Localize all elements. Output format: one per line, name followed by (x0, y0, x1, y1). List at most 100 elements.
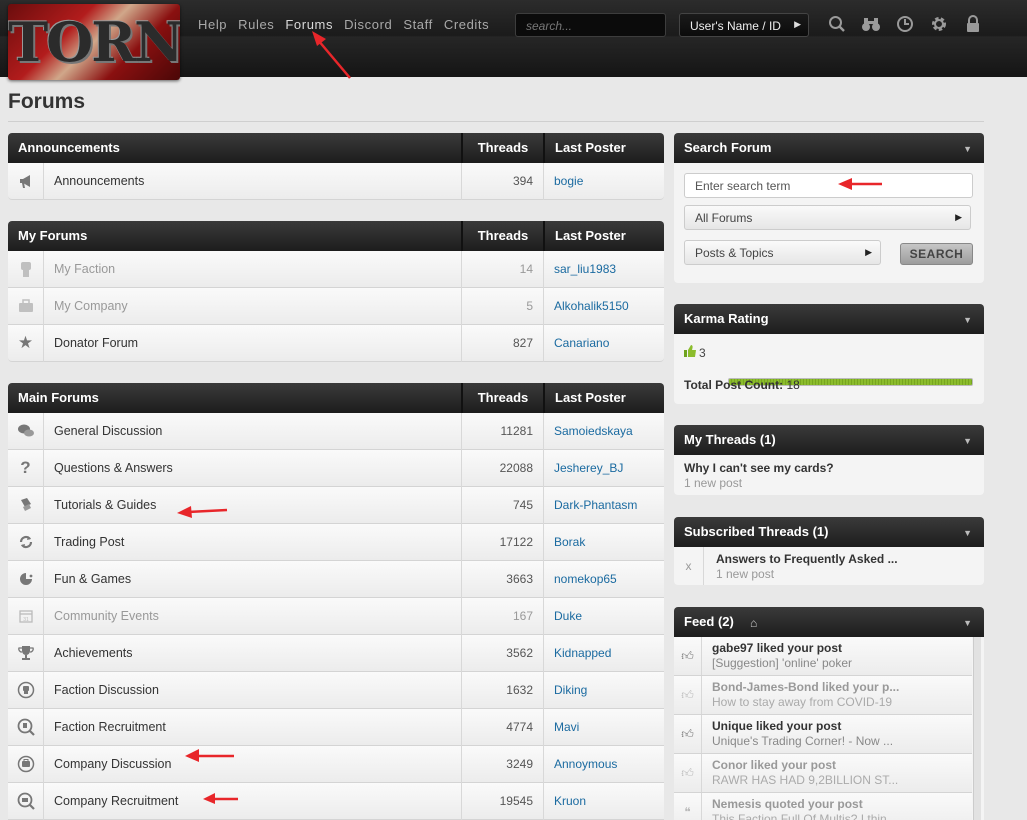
user-lookup-button[interactable]: User's Name / ID ▶ (679, 13, 809, 37)
chevron-right-icon: ▶ (865, 247, 872, 257)
last-poster-link[interactable]: Annoymous (543, 745, 664, 783)
threads-header[interactable]: Threads (461, 133, 543, 163)
forum-row-fun-games[interactable]: Fun & Games 3663 nomekop65 (8, 560, 664, 598)
last-poster-header[interactable]: Last Poster (543, 133, 664, 163)
post-count-row: Total Post Count: 18 (684, 378, 800, 392)
thread-title[interactable]: Why I can't see my cards? (684, 461, 974, 475)
threads-header[interactable]: Threads (461, 383, 543, 413)
feed-item[interactable]: 👍︎ gabe97 liked your post [Suggestion] 'o… (674, 637, 972, 676)
forum-row-my-faction[interactable]: My Faction 14 sar_liu1983 (8, 250, 664, 288)
thread-item[interactable]: Why I can't see my cards? 1 new post (674, 455, 984, 495)
forum-row-announcements[interactable]: Announcements 394 bogie (8, 162, 664, 200)
forum-row-community-events[interactable]: 31 Community Events 167 Duke (8, 597, 664, 635)
search-type-select[interactable]: Posts & Topics ▶ (684, 240, 881, 265)
lock-icon[interactable] (956, 15, 990, 37)
feed-scrollbar[interactable] (973, 637, 981, 820)
feed-settings-icon[interactable]: ⌂ (750, 608, 757, 638)
forum-row-achievements[interactable]: Achievements 3562 Kidnapped (8, 634, 664, 672)
unsubscribe-icon[interactable]: x (674, 547, 704, 585)
nav-rules[interactable]: Rules (238, 17, 274, 32)
global-search-input[interactable]: search... (515, 13, 666, 37)
forum-row-donator-forum[interactable]: ★ Donator Forum 827 Canariano (8, 324, 664, 362)
forum-row-faction-recruitment[interactable]: Faction Recruitment 4774 Mavi (8, 708, 664, 746)
forum-row-company-recruitment[interactable]: Company Recruitment 19545 Kruon (8, 782, 664, 820)
last-poster-link[interactable]: Samoiedskaya (543, 412, 664, 450)
nav-credits[interactable]: Credits (444, 17, 489, 32)
forum-name[interactable]: My Company (44, 299, 461, 313)
last-poster-link[interactable]: Kruon (543, 782, 664, 820)
forum-name[interactable]: Donator Forum (44, 336, 461, 350)
forum-row-questions-answers[interactable]: ? Questions & Answers 22088 Jesherey_BJ (8, 449, 664, 487)
panel-header[interactable]: Subscribed Threads (1) ▼ (674, 517, 984, 547)
feed-item[interactable]: 👍︎ Conor liked your post RAWR HAS HAD 9,2… (674, 754, 972, 793)
forum-name[interactable]: Trading Post (44, 535, 461, 549)
last-poster-link[interactable]: sar_liu1983 (543, 250, 664, 288)
nav-forums[interactable]: Forums (285, 17, 333, 32)
forum-name[interactable]: My Faction (44, 262, 461, 276)
last-poster-header[interactable]: Last Poster (543, 221, 664, 251)
last-poster-link[interactable]: Diking (543, 671, 664, 709)
feed-item[interactable]: 👍︎ Bond-James-Bond liked your p... How to… (674, 676, 972, 715)
last-poster-header[interactable]: Last Poster (543, 383, 664, 413)
subscribed-item[interactable]: x Answers to Frequently Asked ... 1 new … (674, 547, 984, 585)
last-poster-link[interactable]: Canariano (543, 324, 664, 362)
panel-header[interactable]: Search Forum ▼ (674, 133, 984, 163)
forum-row-tutorials-guides[interactable]: Tutorials & Guides 745 Dark-Phantasm (8, 486, 664, 524)
collapse-icon[interactable]: ▼ (963, 426, 972, 456)
thread-count: 167 (461, 597, 543, 635)
gear-icon[interactable] (922, 15, 956, 37)
collapse-icon[interactable]: ▼ (963, 305, 972, 335)
clock-icon[interactable] (888, 15, 922, 37)
forum-search-input[interactable]: Enter search term (684, 173, 973, 198)
forum-name[interactable]: Company Recruitment (44, 794, 461, 808)
last-poster-link[interactable]: Kidnapped (543, 634, 664, 672)
forum-row-general-discussion[interactable]: General Discussion 11281 Samoiedskaya (8, 412, 664, 450)
panel-header[interactable]: Karma Rating ▼ (674, 304, 984, 334)
forum-name[interactable]: Faction Recruitment (44, 720, 461, 734)
last-poster-link[interactable]: Jesherey_BJ (543, 449, 664, 487)
last-poster-link[interactable]: bogie (543, 162, 664, 200)
last-poster-link[interactable]: Alkohalik5150 (543, 287, 664, 325)
table-header: Main Forums Threads Last Poster (8, 383, 664, 413)
panel-header[interactable]: My Threads (1) ▼ (674, 425, 984, 455)
forum-row-my-company[interactable]: My Company 5 Alkohalik5150 (8, 287, 664, 325)
forum-name[interactable]: Achievements (44, 646, 461, 660)
search-icon[interactable] (820, 15, 854, 37)
search-button[interactable]: SEARCH (900, 243, 973, 265)
forum-name[interactable]: Tutorials & Guides (44, 498, 461, 512)
nav-discord[interactable]: Discord (344, 17, 392, 32)
thread-title[interactable]: Answers to Frequently Asked ... (716, 552, 898, 566)
last-poster-link[interactable]: Dark-Phantasm (543, 486, 664, 524)
forum-name[interactable]: Company Discussion (44, 757, 461, 771)
feed-item[interactable]: ❝ Nemesis quoted your post This Faction F… (674, 793, 972, 820)
forum-scope-select[interactable]: All Forums ▶ (684, 205, 971, 230)
nav-help[interactable]: Help (198, 17, 227, 32)
chevron-right-icon: ▶ (955, 212, 962, 222)
thread-count: 5 (461, 287, 543, 325)
feed-item-sub: RAWR HAS HAD 9,2BILLION ST... (712, 773, 899, 787)
binoculars-icon[interactable] (854, 15, 888, 37)
forum-name[interactable]: Announcements (44, 174, 461, 188)
forum-row-trading-post[interactable]: Trading Post 17122 Borak (8, 523, 664, 561)
torn-logo[interactable]: TORN (8, 4, 180, 80)
collapse-icon[interactable]: ▼ (963, 518, 972, 548)
forum-row-company-discussion[interactable]: Company Discussion 3249 Annoymous (8, 745, 664, 783)
feed-item[interactable]: 👍︎ Unique liked your post Unique's Tradin… (674, 715, 972, 754)
forum-row-faction-discussion[interactable]: Faction Discussion 1632 Diking (8, 671, 664, 709)
last-poster-link[interactable]: Duke (543, 597, 664, 635)
last-poster-link[interactable]: Mavi (543, 708, 664, 746)
collapse-icon[interactable]: ▼ (963, 608, 972, 638)
forum-name[interactable]: Faction Discussion (44, 683, 461, 697)
last-poster-link[interactable]: nomekop65 (543, 560, 664, 598)
forum-name[interactable]: Questions & Answers (44, 461, 461, 475)
nav-staff[interactable]: Staff (403, 17, 433, 32)
panel-header[interactable]: Feed (2) ⌂ ▼ (674, 607, 984, 637)
forum-name[interactable]: Community Events (44, 609, 461, 623)
forum-name[interactable]: General Discussion (44, 424, 461, 438)
collapse-icon[interactable]: ▼ (963, 134, 972, 164)
thread-count: 394 (461, 162, 543, 200)
forum-name[interactable]: Fun & Games (44, 572, 461, 586)
last-poster-link[interactable]: Borak (543, 523, 664, 561)
feed-list[interactable]: 👍︎ gabe97 liked your post [Suggestion] 'o… (674, 637, 984, 820)
threads-header[interactable]: Threads (461, 221, 543, 251)
